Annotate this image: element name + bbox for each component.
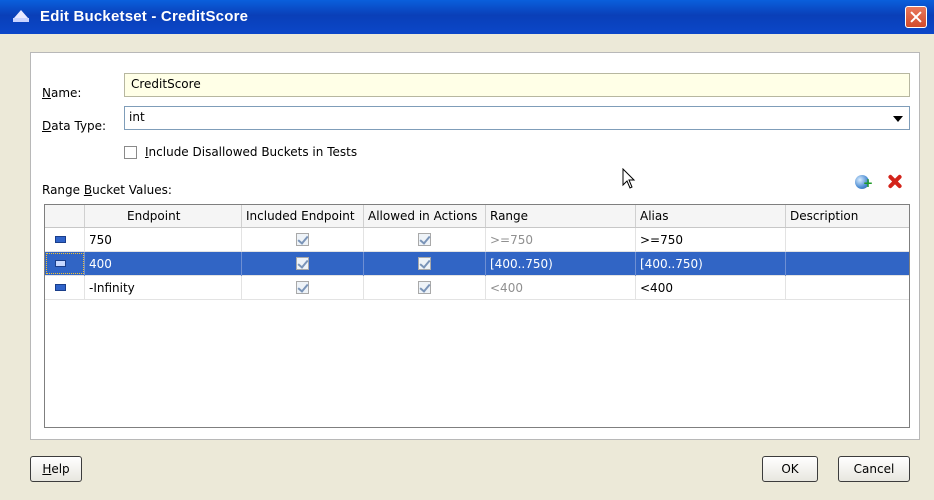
name-field[interactable]: CreditScore	[124, 73, 910, 97]
alias-cell[interactable]: <400	[636, 276, 786, 300]
included-endpoint-cell[interactable]	[242, 228, 364, 252]
dialog-icon	[13, 10, 29, 22]
help-button[interactable]: Help	[30, 456, 82, 482]
range-cell: [400..750)	[486, 252, 636, 276]
row-header-column	[45, 205, 85, 227]
bucket-row-icon	[55, 284, 66, 291]
allowed-in-actions-cell[interactable]	[364, 228, 486, 252]
column-header-alias[interactable]: Alias	[636, 205, 786, 227]
row-header-cell[interactable]	[45, 276, 85, 300]
include-disallowed-checkbox[interactable]	[124, 146, 137, 159]
alias-cell[interactable]: [400..750)	[636, 252, 786, 276]
range-bucket-values-label: Range Bucket Values:	[42, 183, 172, 197]
allowed-in-actions-cell[interactable]	[364, 276, 486, 300]
included-endpoint-checkbox[interactable]	[296, 233, 309, 246]
bucket-row-icon	[55, 260, 66, 267]
alias-cell[interactable]: >=750	[636, 228, 786, 252]
endpoint-cell[interactable]: -Infinity	[85, 276, 242, 300]
range-bucket-table[interactable]: Endpoint Included Endpoint Allowed in Ac…	[44, 204, 910, 428]
column-header-allowed-in-actions[interactable]: Allowed in Actions	[364, 205, 486, 227]
endpoint-cell[interactable]: 400	[85, 252, 242, 276]
included-endpoint-checkbox[interactable]	[296, 257, 309, 270]
data-type-value: int	[129, 110, 145, 124]
cancel-button[interactable]: Cancel	[838, 456, 910, 482]
description-cell[interactable]	[786, 276, 909, 300]
column-header-range[interactable]: Range	[486, 205, 636, 227]
range-cell: >=750	[486, 228, 636, 252]
allowed-in-actions-checkbox[interactable]	[418, 281, 431, 294]
row-header-cell[interactable]	[45, 252, 85, 276]
description-cell[interactable]	[786, 252, 909, 276]
included-endpoint-cell[interactable]	[242, 252, 364, 276]
column-header-description[interactable]: Description	[786, 205, 909, 227]
row-header-cell[interactable]	[45, 228, 85, 252]
delete-bucket-icon[interactable]	[886, 173, 902, 189]
included-endpoint-checkbox[interactable]	[296, 281, 309, 294]
ok-button[interactable]: OK	[762, 456, 818, 482]
range-cell: <400	[486, 276, 636, 300]
table-header: Endpoint Included Endpoint Allowed in Ac…	[45, 205, 909, 228]
close-button[interactable]	[905, 6, 927, 28]
allowed-in-actions-cell[interactable]	[364, 252, 486, 276]
data-type-select[interactable]: int	[124, 106, 910, 130]
allowed-in-actions-checkbox[interactable]	[418, 257, 431, 270]
add-bucket-icon[interactable]	[855, 175, 873, 189]
description-cell[interactable]	[786, 228, 909, 252]
column-header-endpoint[interactable]: Endpoint	[85, 205, 242, 227]
data-type-label: Data Type:	[42, 119, 107, 133]
table-row[interactable]: -Infinity <400 <400	[45, 276, 909, 300]
chevron-down-icon[interactable]	[893, 116, 903, 122]
bucket-row-icon	[55, 236, 66, 243]
title-bar[interactable]: Edit Bucketset - CreditScore	[0, 0, 934, 34]
edit-bucketset-dialog: Edit Bucketset - CreditScore Name: Credi…	[0, 0, 934, 500]
name-label: Name:	[42, 86, 82, 100]
table-row-selected[interactable]: 400 [400..750) [400..750)	[45, 252, 909, 276]
column-header-included-endpoint[interactable]: Included Endpoint	[242, 205, 364, 227]
dialog-title: Edit Bucketset - CreditScore	[40, 8, 249, 25]
included-endpoint-cell[interactable]	[242, 276, 364, 300]
include-disallowed-label[interactable]: Include Disallowed Buckets in Tests	[145, 145, 357, 159]
table-row[interactable]: 750 >=750 >=750	[45, 228, 909, 252]
allowed-in-actions-checkbox[interactable]	[418, 233, 431, 246]
endpoint-cell[interactable]: 750	[85, 228, 242, 252]
